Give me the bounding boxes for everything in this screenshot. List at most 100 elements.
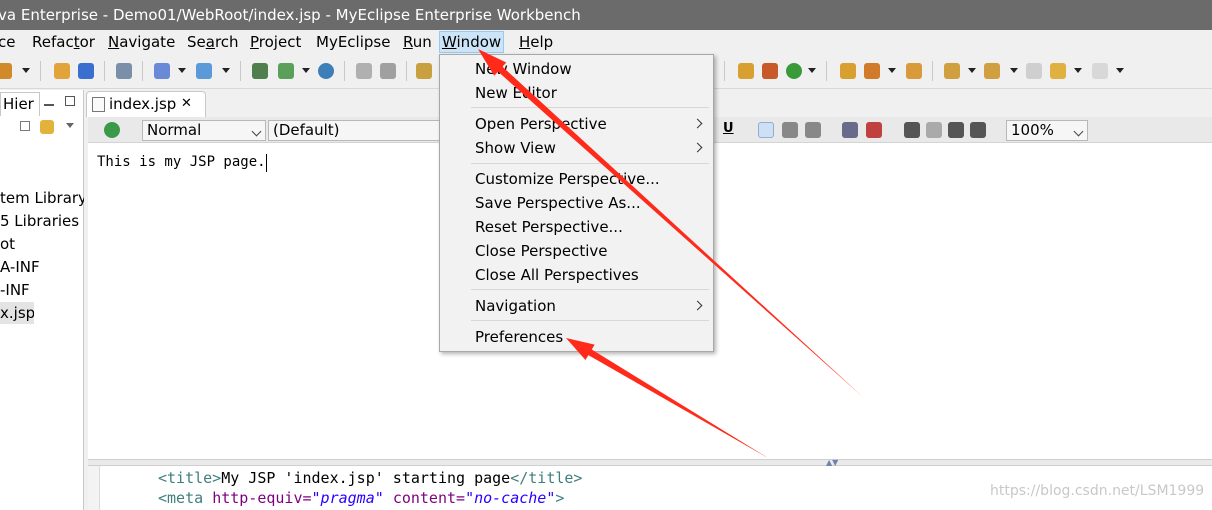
globe-icon[interactable] (318, 63, 334, 79)
text-color-icon[interactable] (842, 122, 858, 138)
menu-refactor[interactable]: Refactor (32, 32, 95, 52)
chevron-down-icon[interactable] (968, 68, 976, 73)
menu-search[interactable]: Search (187, 32, 239, 52)
menu-item-close-perspective[interactable]: Close Perspective (475, 240, 608, 262)
watermark: https://blog.csdn.net/LSM1999 (990, 483, 1205, 499)
text-caret (266, 154, 267, 172)
back-history-icon[interactable] (356, 63, 372, 79)
server-icon[interactable] (0, 63, 12, 79)
refresh-icon[interactable] (380, 63, 396, 79)
run-config-icon[interactable] (278, 63, 294, 79)
deploy-icon[interactable] (116, 63, 132, 79)
debug-icon[interactable] (864, 63, 880, 79)
prev-annotation-icon[interactable] (984, 63, 1000, 79)
menu-help[interactable]: Help (519, 32, 553, 52)
underline-button[interactable]: U (723, 121, 734, 136)
chevron-down-icon[interactable] (302, 68, 310, 73)
numbered-list-icon[interactable] (948, 122, 964, 138)
menu-item-preferences[interactable]: Preferences (475, 326, 563, 348)
open-folder-icon[interactable] (840, 63, 856, 79)
tree-item[interactable]: 5 Libraries (0, 210, 84, 232)
tree-item[interactable]: tem Library (0, 187, 84, 209)
source-line[interactable]: <title>My JSP 'index.jsp' starting page<… (158, 469, 582, 487)
align-right-icon[interactable] (805, 122, 821, 138)
chevron-down-icon[interactable] (888, 68, 896, 73)
menu-item-new-window[interactable]: New Window (475, 58, 572, 80)
menu-item-customize-perspective[interactable]: Customize Perspective... (475, 168, 660, 190)
new-file-icon[interactable] (196, 63, 212, 79)
close-icon[interactable]: ✕ (181, 92, 192, 116)
toolbar-separator (104, 61, 105, 81)
menu-item-navigation[interactable]: Navigation (475, 295, 556, 317)
source-value: "pragma" (311, 489, 384, 507)
align-center-icon[interactable] (782, 122, 798, 138)
forward-arrow-icon[interactable] (1092, 63, 1108, 79)
menu-run-mnemonic: R (403, 33, 413, 51)
next-annotation-icon[interactable] (944, 63, 960, 79)
chevron-down-icon[interactable] (22, 68, 30, 73)
chevron-down-icon[interactable] (222, 68, 230, 73)
design-text[interactable]: This is my JSP page. (97, 154, 266, 170)
menu-run[interactable]: Run (403, 32, 432, 52)
menu-navigate-mnemonic: N (108, 33, 120, 51)
chevron-down-icon[interactable] (1074, 68, 1082, 73)
toolbar-separator (724, 61, 725, 81)
menu-item-open-perspective[interactable]: Open Perspective (475, 113, 607, 135)
cube-icon[interactable] (78, 63, 94, 79)
menu-item-save-perspective-as[interactable]: Save Perspective As... (475, 192, 641, 214)
menu-project[interactable]: Project (250, 32, 301, 52)
refresh-design-icon[interactable] (104, 122, 120, 138)
hierarchy-icon[interactable] (252, 63, 268, 79)
menu-item-show-view[interactable]: Show View (475, 137, 556, 159)
chevron-down-icon[interactable] (1116, 68, 1124, 73)
tree-item[interactable]: -INF (0, 279, 84, 301)
chevron-down-icon[interactable] (1010, 68, 1018, 73)
minimize-view-icon[interactable] (44, 104, 54, 106)
chevron-right-icon (692, 300, 703, 311)
paragraph-style-select[interactable]: Normal (142, 120, 266, 141)
last-edit-icon[interactable] (1026, 63, 1042, 79)
indent-icon[interactable] (904, 122, 920, 138)
menu-window[interactable]: Window (439, 31, 505, 53)
chevron-down-icon (1073, 126, 1084, 137)
outdent-icon[interactable] (926, 122, 942, 138)
zoom-select[interactable]: 100% (1006, 120, 1088, 141)
back-arrow-icon[interactable] (1050, 63, 1066, 79)
maximize-view-icon[interactable] (65, 96, 75, 106)
package-icon[interactable] (54, 63, 70, 79)
bullet-list-icon[interactable] (970, 122, 986, 138)
task-icon[interactable] (738, 63, 754, 79)
design-source-splitter[interactable]: ▲▼ (88, 459, 1212, 467)
tree-item[interactable]: ot (0, 233, 84, 255)
menu-separator (471, 289, 709, 290)
wizard-icon[interactable] (154, 63, 170, 79)
view-menu-icon[interactable] (66, 123, 74, 128)
hierarchy-tab[interactable]: Hier (0, 92, 40, 116)
menu-myeclipse[interactable]: MyEclipse (316, 32, 390, 52)
align-left-icon[interactable] (758, 122, 774, 138)
highlight-icon[interactable] (866, 122, 882, 138)
tree-item[interactable]: A-INF (0, 256, 84, 278)
menu-item-reset-perspective[interactable]: Reset Perspective... (475, 216, 623, 238)
source-line[interactable]: <meta http-equiv="pragma" content="no-ca… (158, 489, 564, 507)
paragraph-style-value: Normal (147, 121, 202, 139)
menu-source[interactable]: ce (0, 32, 15, 52)
tree-item-selected[interactable]: x.jsp (0, 302, 34, 324)
menu-navigate[interactable]: Navigate (108, 32, 175, 52)
window-title: va Enterprise - Demo01/WebRoot/index.jsp… (0, 6, 581, 24)
chevron-down-icon[interactable] (178, 68, 186, 73)
external-tools-icon[interactable] (906, 63, 922, 79)
menu-item-close-all-perspectives[interactable]: Close All Perspectives (475, 264, 639, 286)
run-icon[interactable] (786, 63, 802, 79)
menu-bar: ce Refactor Navigate Search Project MyEc… (0, 30, 1212, 54)
plugin-icon[interactable] (762, 63, 778, 79)
editor-tab-index-jsp[interactable]: index.jsp ✕ (86, 91, 206, 117)
menu-item-new-editor[interactable]: New Editor (475, 82, 557, 104)
link-editor-icon[interactable] (40, 120, 54, 134)
menu-refactor-text-b: or (79, 33, 95, 51)
table-icon[interactable] (416, 63, 432, 79)
collapse-all-icon[interactable] (20, 121, 30, 131)
chevron-down-icon[interactable] (808, 68, 816, 73)
menu-separator (471, 163, 709, 164)
menu-search-text-b: rch (214, 33, 239, 51)
